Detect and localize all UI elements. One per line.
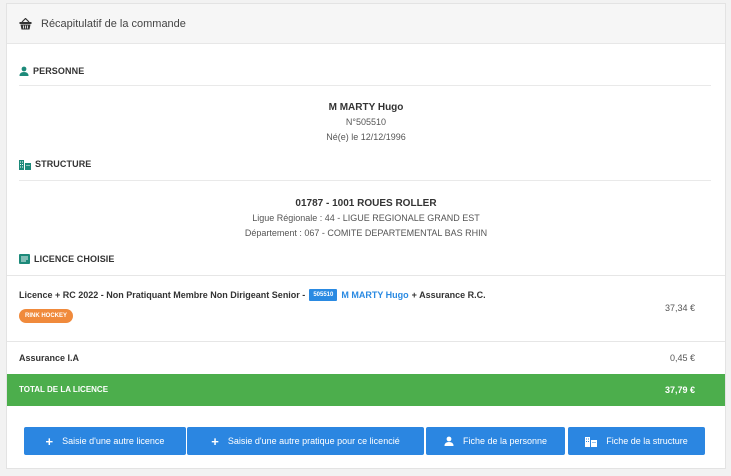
page-title: Récapitulatif de la commande (41, 18, 186, 30)
licence-name: Licence + RC 2022 - Non Pratiquant Membr… (19, 290, 306, 300)
plus-icon: + (45, 433, 54, 449)
licence-description: Licence + RC 2022 - Non Pratiquant Membr… (19, 289, 486, 301)
section-structure-heading: STRUCTURE (19, 157, 91, 171)
person-link[interactable]: M MARTY Hugo (341, 290, 408, 300)
divider (19, 85, 711, 86)
licence-number-badge: 505510 (309, 289, 338, 301)
person-sheet-button[interactable]: Fiche de la personne (426, 427, 565, 455)
person-number: N°505510 (345, 117, 387, 127)
section-personne-label: PERSONNE (33, 66, 85, 76)
total-bar: TOTAL DE LA LICENCE 37,79 € (7, 374, 725, 406)
add-other-licence-button[interactable]: + Saisie d'une autre licence (24, 427, 186, 455)
add-other-licence-label: Saisie d'une autre licence (62, 436, 165, 446)
person-name: M MARTY Hugo (328, 102, 404, 113)
person-birthdate: Né(e) le 12/12/1996 (326, 132, 406, 142)
add-other-practice-label: Saisie d'une autre pratique pour ce lice… (227, 436, 400, 446)
section-licence-label: LICENCE CHOISIE (34, 254, 115, 264)
total-label: TOTAL DE LA LICENCE (19, 385, 109, 394)
structure-ligue: Ligue Régionale : 44 - LIGUE REGIONALE G… (252, 213, 480, 223)
building-icon (585, 436, 598, 447)
structure-sheet-label: Fiche de la structure (606, 436, 688, 446)
licence-row: Licence + RC 2022 - Non Pratiquant Membr… (7, 275, 725, 341)
structure-name: 01787 - 1001 ROUES ROLLER (295, 198, 437, 209)
discipline-badge: RINK HOCKEY (19, 309, 74, 323)
list-icon (19, 254, 30, 264)
order-summary-card: Récapitulatif de la commande PERSONNE M … (6, 3, 726, 469)
section-personne-heading: PERSONNE (19, 64, 84, 78)
basket-icon (19, 18, 32, 30)
total-value: 37,79 € (664, 385, 695, 395)
person-icon (19, 66, 29, 76)
person-icon (444, 436, 454, 446)
structure-sheet-button[interactable]: Fiche de la structure (568, 427, 705, 455)
card-header: Récapitulatif de la commande (7, 4, 725, 44)
section-structure-label: STRUCTURE (35, 159, 92, 169)
person-info: M MARTY Hugo N°505510 Né(e) le 12/12/199… (7, 102, 725, 147)
building-icon (19, 159, 31, 170)
assurance-price: 0,45 € (669, 353, 695, 363)
structure-departement: Département : 067 - COMITE DEPARTEMENTAL… (244, 228, 488, 238)
licence-suffix: + Assurance R.C. (411, 290, 486, 300)
assurance-label: Assurance I.A (19, 353, 80, 363)
licence-price: 37,34 € (664, 303, 695, 313)
assurance-row: Assurance I.A 0,45 € (7, 341, 725, 374)
person-sheet-label: Fiche de la personne (462, 436, 548, 446)
add-other-practice-button[interactable]: + Saisie d'une autre pratique pour ce li… (187, 427, 424, 455)
plus-icon: + (211, 433, 219, 449)
structure-info: 01787 - 1001 ROUES ROLLER Ligue Régional… (7, 198, 725, 243)
section-licence-heading: LICENCE CHOISIE (19, 252, 115, 266)
divider (19, 180, 711, 181)
